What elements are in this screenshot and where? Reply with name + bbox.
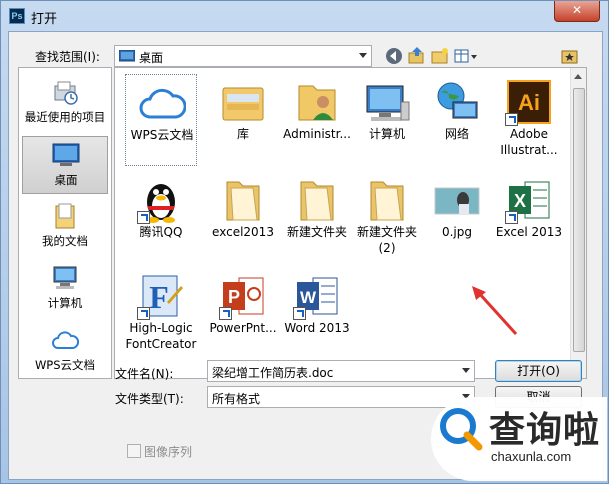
shortcut-arrow-icon	[505, 113, 518, 126]
place-label: WPS云文档	[34, 358, 96, 372]
image-thumbnail-icon	[434, 187, 480, 215]
library-folder-icon	[222, 87, 264, 121]
folder-icon	[300, 181, 334, 221]
open-button[interactable]: 打开(O)	[495, 360, 582, 382]
scrollbar-thumb[interactable]	[573, 88, 585, 352]
scroll-up-icon[interactable]	[574, 74, 582, 79]
title-bar: Ps 打开 ✕	[1, 1, 608, 31]
file-name: 库	[236, 127, 249, 141]
file-item[interactable]: excel2013	[207, 172, 279, 264]
red-annotation-arrow	[472, 286, 518, 336]
places-bar: 最近使用的项目 桌面 我的文档 计算机 WPS云文档	[18, 67, 112, 379]
file-name: Excel 2013	[495, 225, 563, 239]
file-name: 网络	[444, 127, 469, 141]
network-icon	[437, 82, 478, 119]
file-item[interactable]: Administr...	[281, 74, 353, 166]
filetype-label: 文件类型(T):	[115, 392, 184, 406]
close-button[interactable]: ✕	[554, 1, 600, 22]
folder-icon	[226, 181, 260, 221]
file-item[interactable]: 计算机	[351, 74, 423, 166]
file-name: 0.jpg	[441, 225, 473, 239]
lookin-value: 桌面	[139, 51, 164, 65]
file-item[interactable]: 新建文件夹	[281, 172, 353, 264]
svg-text:Ai: Ai	[518, 90, 540, 115]
filetype-value: 所有格式	[212, 392, 261, 406]
favorite-folder-icon[interactable]	[560, 46, 580, 66]
watermark: 查询啦 chaxunla.com	[431, 397, 607, 481]
place-wps-cloud[interactable]: WPS云文档	[22, 322, 108, 380]
file-item[interactable]: 0.jpg	[421, 172, 493, 264]
file-item[interactable]: 网络	[421, 74, 493, 166]
file-name: Adobe Illustrat...	[500, 127, 558, 157]
file-name: Administr...	[283, 127, 351, 141]
svg-text:W: W	[300, 288, 317, 307]
file-name: High-Logic FontCreator	[125, 321, 197, 351]
chevron-down-icon	[359, 53, 367, 58]
computer-icon	[53, 266, 77, 289]
filename-input[interactable]: 梁纪增工作简历表.doc	[207, 360, 475, 382]
shortcut-arrow-icon	[219, 307, 232, 320]
vertical-scrollbar[interactable]	[570, 68, 586, 378]
file-name: 新建文件夹 (2)	[356, 225, 417, 255]
file-name: PowerPnt...	[209, 321, 277, 335]
place-recent[interactable]: 最近使用的项目	[22, 74, 108, 132]
desktop-icon	[119, 50, 135, 62]
file-item[interactable]: X Excel 2013	[493, 172, 565, 264]
place-label: 计算机	[47, 296, 83, 310]
wps-cloud-icon	[139, 88, 186, 119]
svg-text:X: X	[514, 191, 526, 211]
window-title: 打开	[31, 12, 58, 27]
svg-text:P: P	[228, 287, 240, 307]
filename-label: 文件名(N):	[115, 367, 174, 381]
place-label: 最近使用的项目	[24, 110, 106, 124]
shortcut-arrow-icon	[505, 211, 518, 224]
filetype-dropdown[interactable]: 所有格式	[207, 386, 475, 408]
file-item[interactable]: 库	[207, 74, 279, 166]
place-label: 我的文档	[42, 234, 88, 248]
place-computer[interactable]: 计算机	[22, 260, 108, 318]
file-item[interactable]: 新建文件夹 (2)	[351, 172, 423, 264]
user-folder-icon	[298, 85, 336, 121]
place-desktop[interactable]: 桌面	[22, 136, 108, 194]
chevron-down-icon	[462, 368, 470, 373]
open-dialog: Ps 打开 ✕ 查找范围(I): 桌面 最近使用的项目 桌面 我的文档 计算机 …	[0, 0, 609, 484]
shortcut-arrow-icon	[137, 307, 150, 320]
up-folder-icon[interactable]	[407, 46, 427, 66]
wps-cloud-icon	[52, 331, 79, 349]
recent-places-icon	[54, 81, 78, 105]
svg-text:F: F	[149, 279, 169, 315]
shortcut-arrow-icon	[137, 211, 150, 224]
new-folder-icon[interactable]	[430, 46, 450, 66]
image-sequence-checkbox[interactable]	[127, 444, 141, 458]
watermark-url: chaxunla.com	[491, 449, 572, 464]
file-name: 计算机	[368, 127, 405, 141]
photoshop-app-icon: Ps	[9, 8, 25, 24]
file-item[interactable]: W Word 2013	[281, 268, 353, 360]
my-documents-icon	[55, 203, 75, 229]
folder-icon	[370, 181, 404, 221]
lookin-dropdown[interactable]: 桌面	[114, 45, 372, 67]
file-name: Word 2013	[284, 321, 350, 335]
back-icon[interactable]	[384, 46, 404, 66]
desktop-icon	[52, 143, 80, 166]
file-name: WPS云文档	[130, 128, 194, 142]
file-item[interactable]: Ai Adobe Illustrat...	[493, 74, 565, 166]
image-sequence-label: 图像序列	[144, 445, 193, 459]
file-item[interactable]: F High-Logic FontCreator	[125, 268, 197, 360]
file-name: 新建文件夹	[286, 225, 347, 239]
file-item[interactable]: P PowerPnt...	[207, 268, 279, 360]
lookin-label: 查找范围(I):	[35, 50, 100, 64]
place-label: 桌面	[54, 173, 78, 187]
magnifier-logo-icon	[440, 408, 483, 451]
file-item[interactable]: WPS云文档	[125, 74, 197, 166]
place-documents[interactable]: 我的文档	[22, 198, 108, 256]
shortcut-arrow-icon	[293, 307, 306, 320]
computer-icon	[366, 85, 410, 121]
file-name: excel2013	[212, 225, 274, 239]
file-name: 腾讯QQ	[139, 225, 183, 239]
view-menu-icon[interactable]	[453, 46, 479, 66]
watermark-text: 查询啦	[489, 410, 601, 451]
file-item[interactable]: 腾讯QQ	[125, 172, 197, 264]
filename-value: 梁纪增工作简历表.doc	[212, 366, 334, 380]
